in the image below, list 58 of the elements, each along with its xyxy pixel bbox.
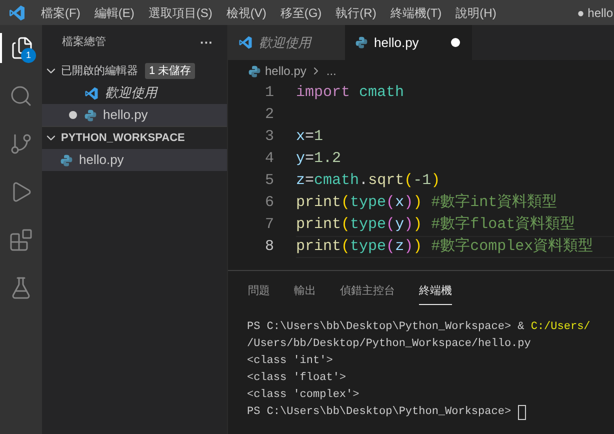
section-header[interactable]: PYTHON_WORKSPACE	[42, 127, 227, 149]
vscode-logo-icon	[84, 86, 99, 100]
code-line: print(type(x)) #數字int資料類型	[296, 192, 558, 213]
menu-item[interactable]: 終端機(T)	[383, 4, 449, 22]
menu-item[interactable]: 檔案(F)	[34, 4, 88, 22]
terminal-line: PS C:\Users\bb\Desktop\Python_Workspace>	[247, 404, 526, 421]
file-item[interactable]: hello.py	[42, 104, 227, 126]
terminal-line: <class 'complex'>	[247, 388, 360, 403]
line-number: 1	[264, 82, 275, 103]
terminal-line: <class 'float'>	[247, 371, 346, 386]
file-item[interactable]: hello.py	[42, 149, 227, 171]
branch-icon	[9, 132, 33, 156]
file-item[interactable]: 歡迎使用	[42, 82, 227, 104]
breadcrumb-item[interactable]: ...	[326, 62, 336, 80]
section-header[interactable]: 已開啟的編輯器 1 未儲存	[42, 60, 227, 82]
panel-tab[interactable]: 輸出	[294, 282, 316, 305]
menu-item[interactable]: 執行(R)	[328, 4, 384, 22]
vscode-logo-icon	[238, 35, 253, 50]
blocks-icon	[9, 228, 33, 252]
menu-item[interactable]: 移至(G)	[273, 4, 329, 22]
menu-item[interactable]: 說明(H)	[448, 4, 504, 22]
line-number: 4	[264, 148, 275, 169]
files-icon	[10, 36, 34, 60]
editor-tab[interactable]: 歡迎使用	[228, 25, 345, 60]
python-file-icon	[248, 64, 261, 78]
sidebar-title: 檔案總管	[62, 34, 106, 50]
vscode-logo-icon	[8, 4, 26, 22]
code-line: print(type(y)) #數字float資料類型	[296, 214, 576, 235]
line-number: 6	[264, 192, 275, 213]
code-line: x=1	[296, 126, 324, 147]
notification-badge: 1	[21, 48, 36, 63]
terminal-line: <class 'int'>	[247, 354, 333, 369]
breadcrumb-item[interactable]: hello.py	[265, 62, 306, 80]
unsaved-count-badge: 1 未儲存	[145, 62, 196, 80]
line-number: 2	[264, 104, 275, 125]
terminal-line: /Users/bb/Desktop/Python_Workspace/hello.py	[247, 337, 531, 352]
menu-item[interactable]: 編輯(E)	[87, 4, 142, 22]
panel-tab[interactable]: 偵錯主控台	[340, 282, 395, 305]
terminal-line: PS C:\Users\bb\Desktop\Python_Workspace> & C:/Users/	[247, 320, 590, 335]
line-number: 8	[264, 236, 275, 257]
panel-tab[interactable]: 問題	[248, 282, 270, 305]
line-number: 3	[264, 126, 275, 147]
line-number: 5	[264, 170, 275, 191]
menu-item[interactable]: 選取項目(S)	[141, 4, 220, 22]
search-icon	[9, 84, 33, 108]
panel-tab[interactable]: 終端機	[419, 282, 452, 305]
python-file-icon	[60, 154, 73, 166]
python-file-icon	[84, 108, 97, 122]
editor-tab[interactable]: hello.py	[345, 25, 472, 60]
code-line: z=cmath.sqrt(-1)	[296, 170, 442, 191]
menu-item[interactable]: 檢視(V)	[219, 4, 274, 22]
code-line: y=1.2	[296, 148, 342, 169]
more-actions-button[interactable]: ···	[200, 32, 213, 52]
line-number: 7	[264, 214, 275, 235]
python-file-icon	[355, 36, 368, 49]
code-line: print(type(z)) #數字complex資料類型	[296, 236, 614, 258]
window-title: ● hello	[577, 4, 614, 22]
code-line: import cmath	[296, 82, 406, 103]
